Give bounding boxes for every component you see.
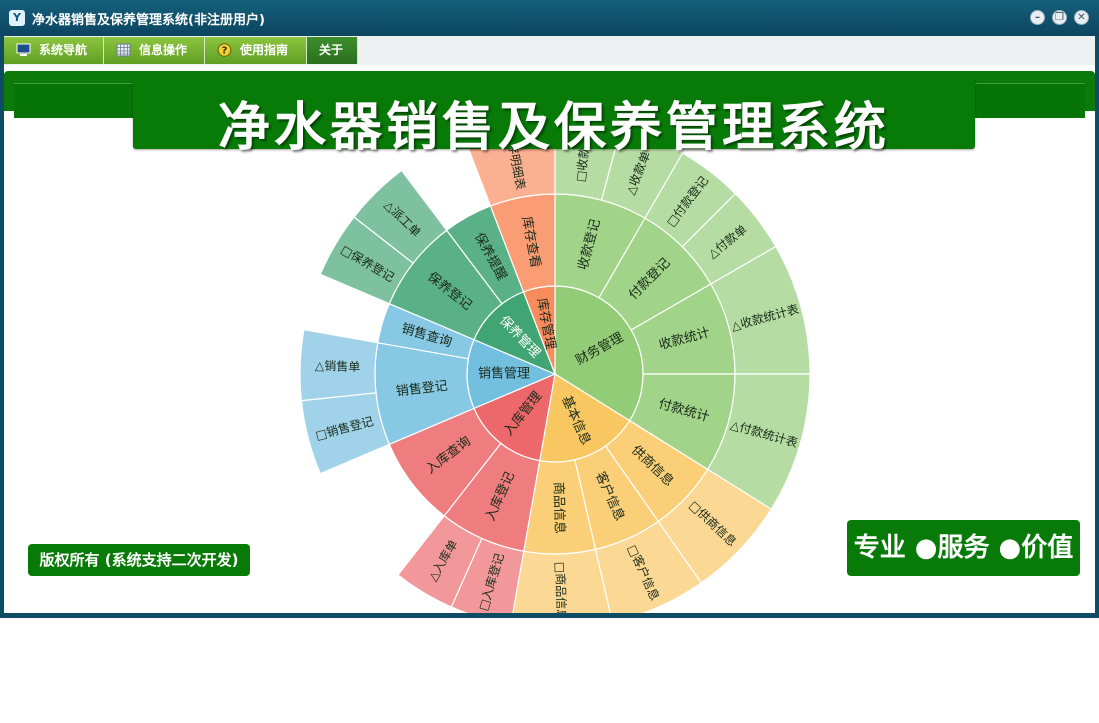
close-icon[interactable]: ✕	[1074, 10, 1089, 25]
main-content: 财务管理 收款登记 □收款单 △收款单 付款登记 □付款登记 △付款单 收款统计 △收款统计表付…	[4, 65, 1095, 613]
monitor-icon	[16, 43, 31, 56]
svg-text:?: ?	[222, 46, 228, 57]
app-window: Y 净水器销售及保养管理系统(非注册用户) – ❐ ✕ 系统导航 信息操作 ?	[0, 0, 1099, 618]
window-title: 净水器销售及保养管理系统(非注册用户)	[32, 13, 265, 28]
system-title-banner: 净水器销售及保养管理系统	[133, 77, 975, 158]
restore-icon[interactable]: ❐	[1052, 10, 1067, 25]
menu-info-operation[interactable]: 信息操作	[104, 37, 205, 64]
menu-label: 关于	[319, 43, 344, 57]
sector-label: 销售管理	[478, 366, 530, 382]
menu-system-nav[interactable]: 系统导航	[4, 37, 104, 64]
menu-label: 使用指南	[240, 43, 289, 57]
sector-label: 商品信息	[550, 482, 567, 534]
app-logo-icon: Y	[9, 10, 25, 26]
help-icon: ?	[217, 43, 232, 57]
menu-about[interactable]: 关于	[307, 37, 358, 64]
copyright-badge: 版权所有 (系统支持二次开发)	[28, 544, 250, 576]
menu-label: 信息操作	[139, 43, 188, 57]
menu-label: 系统导航	[39, 43, 88, 57]
sector-label: △销售单	[315, 358, 361, 375]
grid-icon	[116, 43, 131, 57]
menu-user-guide[interactable]: ? 使用指南	[205, 37, 307, 64]
title-bar: Y 净水器销售及保养管理系统(非注册用户) – ❐ ✕	[0, 0, 1099, 36]
menu-bar: 系统导航 信息操作 ? 使用指南 关于	[4, 36, 1095, 65]
minimize-icon[interactable]: –	[1030, 10, 1045, 25]
system-title: 净水器销售及保养管理系统	[217, 98, 890, 158]
sector-label: □商品信息	[553, 562, 570, 613]
slogan-badge: 专业 ●服务 ●价值	[847, 520, 1080, 576]
